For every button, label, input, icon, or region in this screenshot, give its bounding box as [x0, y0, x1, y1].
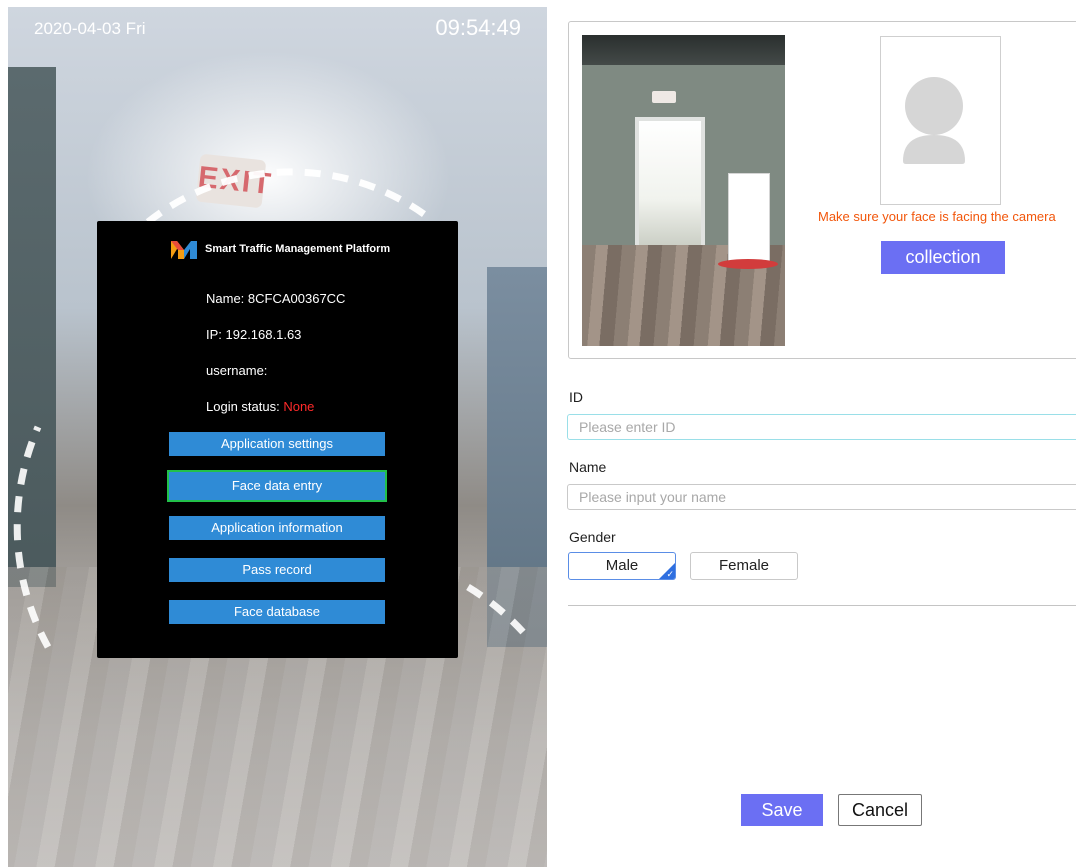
camera-preview [582, 35, 785, 346]
time-display: 09:54:49 [435, 15, 521, 40]
dialog-title: Smart Traffic Management Platform [205, 243, 391, 255]
menu-face-database[interactable]: Face database [169, 600, 385, 624]
id-input[interactable] [567, 414, 1076, 440]
form-divider [568, 605, 1076, 606]
device-name: Name: 8CFCA00367CC [206, 291, 346, 306]
avatar-placeholder-icon [903, 77, 965, 164]
gender-female-button[interactable]: Female [690, 552, 798, 580]
login-status: Login status: None [206, 399, 314, 414]
menu-application-information[interactable]: Application information [169, 516, 385, 540]
name-input[interactable] [567, 484, 1076, 510]
cancel-button[interactable]: Cancel [838, 794, 922, 826]
name-label: Name [569, 459, 607, 475]
menu-face-data-entry[interactable]: Face data entry [167, 470, 387, 502]
brand-m-logo-icon [171, 241, 197, 259]
gender-label: Gender [569, 529, 616, 545]
date-display: 2020-04-03 Fri [34, 19, 146, 38]
preview-door [635, 117, 705, 255]
login-dialog: Smart Traffic Management Platform Name: … [97, 221, 458, 658]
preview-exit-sign [652, 91, 676, 103]
device-ip: IP: 192.168.1.63 [206, 327, 302, 342]
gender-male-button[interactable]: Male ✓ [568, 552, 676, 580]
menu-pass-record[interactable]: Pass record [169, 558, 385, 582]
check-mark-icon: ✓ [666, 569, 674, 579]
save-button[interactable]: Save [741, 794, 823, 826]
login-status-value: None [283, 399, 315, 414]
face-guide-text: Make sure your face is facing the camera [818, 209, 1056, 224]
dialog-header: Smart Traffic Management Platform [171, 239, 390, 259]
collection-button[interactable]: collection [881, 241, 1005, 274]
username-line: username: [206, 363, 268, 378]
menu-application-settings[interactable]: Application settings [169, 432, 385, 456]
captured-photo-slot [880, 36, 1001, 205]
capture-card: Make sure your face is facing the camera… [568, 21, 1076, 359]
camera-screen: EXIT 2020-04-03 Fri 09:54:49 Smart Traff… [8, 7, 547, 867]
gender-male-label: Male [605, 557, 639, 574]
id-label: ID [569, 389, 583, 405]
login-status-label: Login status: [206, 399, 284, 414]
preview-kiosk [728, 173, 770, 265]
preview-kiosk-base [718, 259, 778, 269]
